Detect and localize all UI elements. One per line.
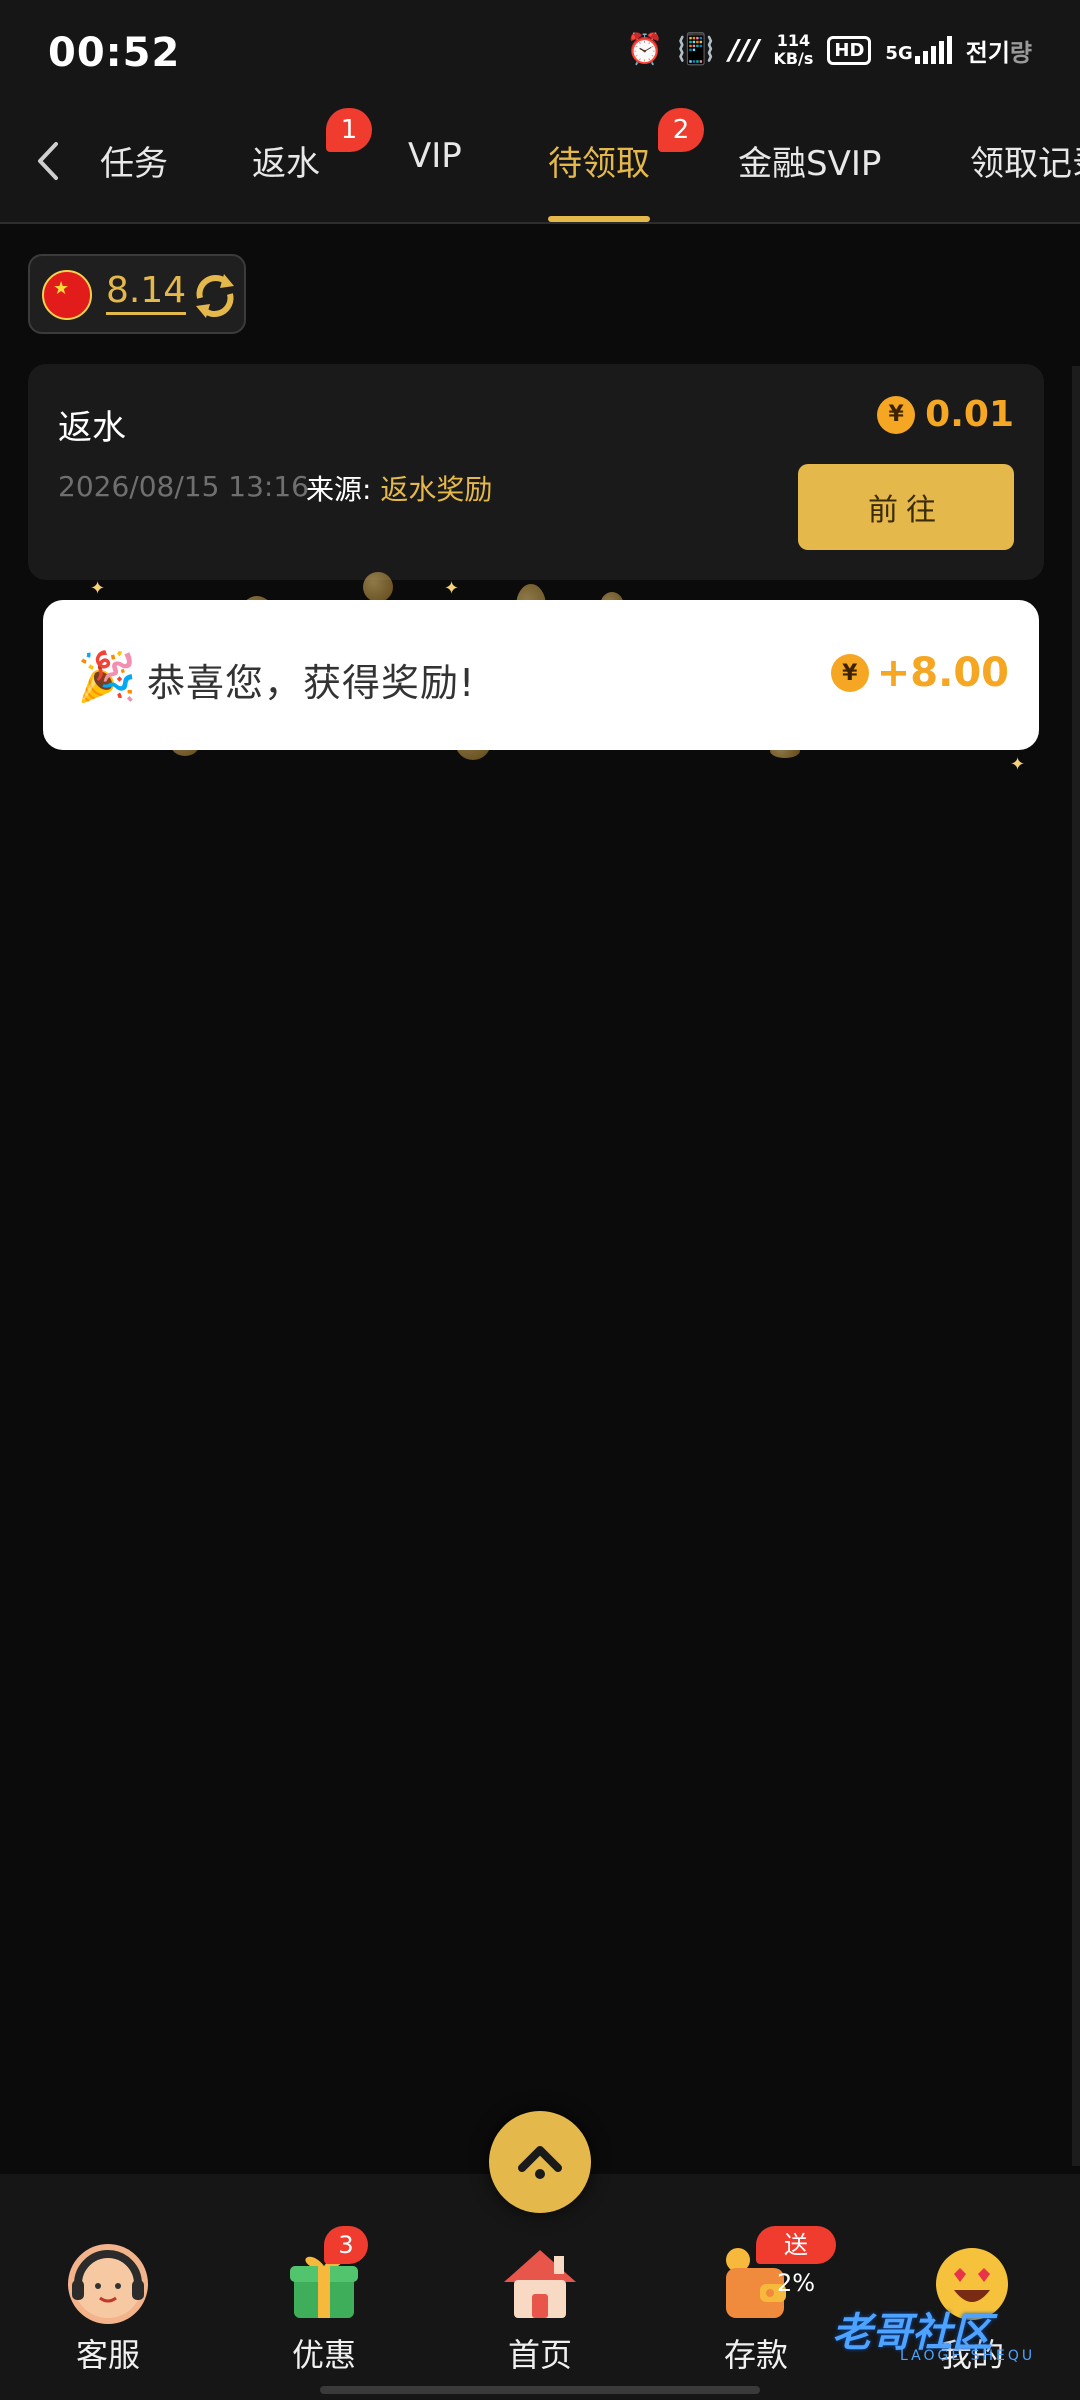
alarm-icon: ⏰: [626, 32, 664, 67]
refresh-icon: [196, 274, 234, 318]
app-root: 00:52 ⏰ 📳 /// 114 KB/s HD 5G 전기량 任务 返水 1…: [0, 0, 1080, 2400]
network-speed: 114 KB/s: [773, 32, 813, 68]
speed-value: 114: [776, 31, 811, 50]
reward-source: 来源: 返水奖励: [306, 468, 492, 508]
speed-unit: KB/s: [773, 49, 814, 68]
toast-message: 恭喜您，获得奖励!: [147, 661, 476, 705]
status-icons: ⏰ 📳 /// 114 KB/s HD 5G 전기량: [626, 32, 1032, 68]
home-indicator[interactable]: [320, 2386, 760, 2394]
status-bar: 00:52 ⏰ 📳 /// 114 KB/s HD 5G 전기량: [0, 0, 1080, 100]
chevron-left-icon: [38, 142, 58, 180]
refresh-button[interactable]: [190, 268, 240, 322]
carrier-label: 전기량: [965, 38, 1032, 67]
signal-icon: 5G: [885, 36, 952, 64]
source-value: 返水奖励: [380, 473, 493, 506]
chevron-up-icon: [518, 2146, 562, 2179]
tab-tasks[interactable]: 任务: [78, 136, 168, 185]
party-popper-icon: 🎉: [77, 649, 137, 705]
scrollbar[interactable]: [1072, 366, 1080, 2166]
source-label: 来源:: [306, 473, 372, 506]
home-icon: [500, 2244, 580, 2324]
active-tab-indicator: [548, 216, 650, 222]
nav-deposit[interactable]: 存款 送2%: [676, 2226, 836, 2384]
reward-date: 2026/08/15 13:16: [58, 470, 309, 503]
reward-toast: 🎉 恭喜您，获得奖励! ¥ +8.00: [43, 600, 1039, 750]
nav-customer-service[interactable]: 客服: [28, 2244, 188, 2384]
toast-amount: ¥ +8.00: [830, 650, 1009, 696]
reward-amount: ¥ 0.01: [877, 394, 1014, 435]
nav-promotions[interactable]: 优惠 3: [244, 2226, 404, 2384]
tab-claim-history[interactable]: 领取记录: [970, 136, 1080, 185]
reward-card: 返水 ¥ 0.01 2026/08/15 13:16 来源: 返水奖励 前往: [28, 364, 1044, 580]
tab-rebate-badge: 1: [326, 108, 372, 152]
tab-pending-badge: 2: [658, 108, 704, 152]
go-button[interactable]: 前往: [798, 464, 1014, 550]
network-activity-icon: ///: [728, 33, 760, 66]
tab-rebate[interactable]: 返水: [252, 136, 320, 185]
tab-finance-svip[interactable]: 金融SVIP: [738, 136, 881, 185]
status-time: 00:52: [48, 30, 181, 76]
balance-amount[interactable]: 8.14: [106, 270, 187, 315]
coin-icon: ¥: [830, 654, 869, 692]
back-button[interactable]: [28, 136, 68, 186]
reward-amount-value: 0.01: [925, 394, 1014, 435]
coin-icon: ¥: [877, 395, 916, 434]
toast-amount-value: +8.00: [876, 650, 1009, 696]
hd-icon: HD: [827, 35, 872, 65]
tab-vip[interactable]: VIP: [408, 136, 462, 176]
scroll-to-top-button[interactable]: [489, 2111, 591, 2213]
nav-home[interactable]: 首页: [460, 2244, 620, 2384]
tab-pending[interactable]: 待领取: [548, 136, 650, 185]
balance-pill: ★ 8.14: [28, 254, 246, 334]
promotions-badge: 3: [324, 2226, 368, 2264]
vibrate-icon: 📳: [677, 32, 715, 67]
customer-service-icon: [68, 2244, 148, 2324]
reward-title: 返水: [58, 408, 126, 448]
deposit-bonus-badge: 送2%: [756, 2226, 836, 2297]
china-flag-icon: ★: [42, 270, 92, 320]
tab-bar: 任务 返水 1 VIP 待领取 2 金融SVIP 领取记录: [0, 100, 1080, 224]
watermark-subtitle: LAOGE SHEQU: [900, 2348, 1036, 2364]
